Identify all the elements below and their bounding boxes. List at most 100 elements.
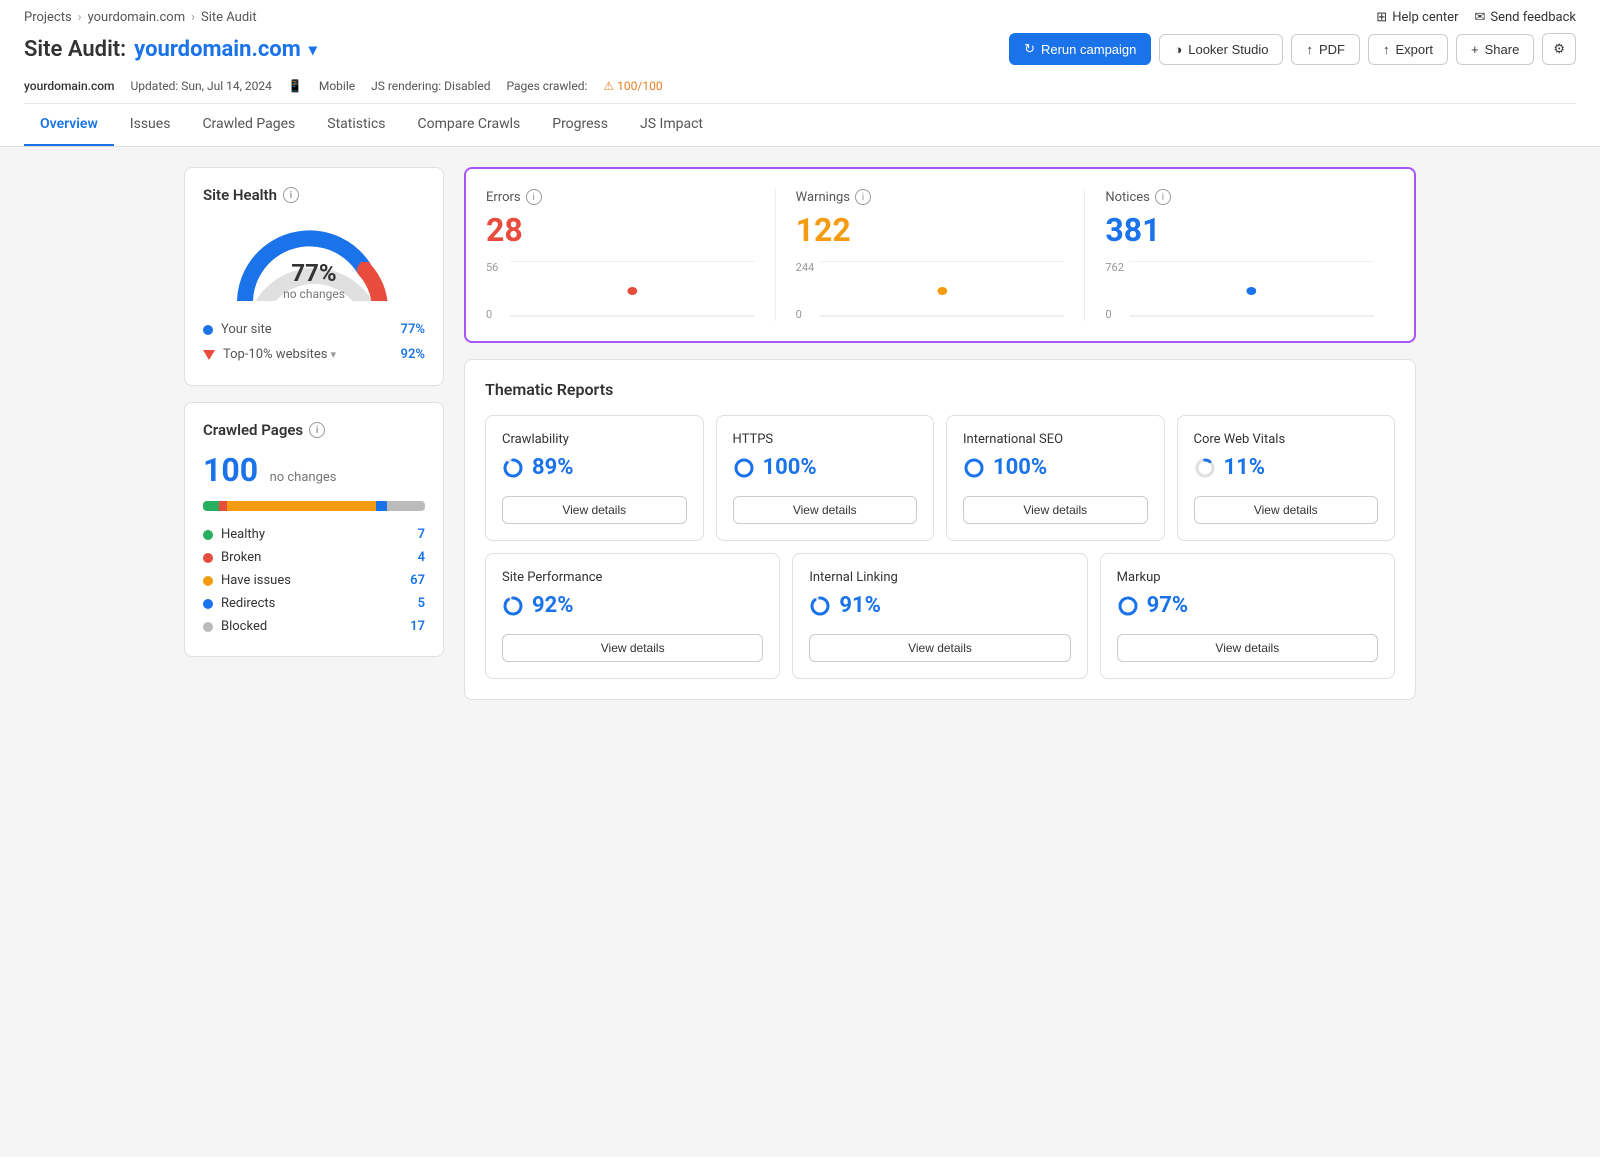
breadcrumb: Projects › yourdomain.com › Site Audit: [24, 10, 257, 25]
top10-chevron-icon[interactable]: ▾: [330, 348, 336, 361]
send-feedback-link[interactable]: ✉ Send feedback: [1474, 10, 1576, 25]
notices-y-max: 762: [1105, 261, 1124, 274]
report-crawlability: Crawlability 89% View details: [485, 415, 704, 541]
core-web-vitals-percent: 11%: [1194, 455, 1379, 480]
help-center-link[interactable]: ⊞ Help center: [1376, 10, 1458, 25]
rerun-campaign-button[interactable]: ↻ Rerun campaign: [1009, 33, 1151, 65]
share-button[interactable]: + Share: [1456, 34, 1534, 65]
tab-overview[interactable]: Overview: [24, 104, 114, 146]
tab-compare-crawls[interactable]: Compare Crawls: [402, 104, 537, 146]
left-panel: Site Health i: [184, 167, 444, 700]
warnings-sparkline: [820, 261, 1065, 321]
gauge-label: no changes: [283, 287, 345, 301]
metrics-card: Errors i 28 56 0 Warnings: [464, 167, 1416, 343]
meta-device: Mobile: [319, 79, 355, 93]
export-button[interactable]: ↑ Export: [1368, 34, 1448, 65]
blocked-label: Blocked: [221, 619, 267, 634]
warnings-label: Warnings i: [796, 189, 1065, 205]
help-icon: ⊞: [1376, 10, 1387, 25]
site-performance-name: Site Performance: [502, 570, 763, 585]
errors-y-max: 56: [486, 261, 498, 274]
breadcrumb-projects[interactable]: Projects: [24, 10, 72, 25]
site-performance-view-details[interactable]: View details: [502, 634, 763, 662]
settings-button[interactable]: ⚙: [1542, 33, 1576, 65]
site-health-card: Site Health i: [184, 167, 444, 386]
meta-pages-crawled-label: Pages crawled:: [506, 79, 587, 93]
report-internal-linking: Internal Linking 91% View details: [792, 553, 1087, 679]
top-actions: ⊞ Help center ✉ Send feedback: [1376, 10, 1576, 25]
redirects-count: 5: [418, 596, 425, 611]
notices-metric: Notices i 381 762 0: [1085, 189, 1394, 321]
toolbar: ↻ Rerun campaign ◑ Looker Studio ↑ PDF ↑…: [1009, 33, 1576, 65]
share-icon: +: [1471, 42, 1479, 57]
internal-linking-percent: 91%: [809, 593, 1070, 618]
markup-name: Markup: [1117, 570, 1378, 585]
crawled-legend: Healthy 7 Broken 4 Have issues: [203, 523, 425, 638]
legend-have-issues: Have issues 67: [203, 569, 425, 592]
crawled-pages-title: Crawled Pages i: [203, 421, 425, 439]
core-web-vitals-view-details[interactable]: View details: [1194, 496, 1379, 524]
internal-linking-view-details[interactable]: View details: [809, 634, 1070, 662]
site-performance-percent: 92%: [502, 593, 763, 618]
core-web-vitals-name: Core Web Vitals: [1194, 432, 1379, 447]
https-icon: [733, 457, 755, 479]
notices-label: Notices i: [1105, 189, 1374, 205]
crawlability-view-details[interactable]: View details: [502, 496, 687, 524]
domain-name[interactable]: yourdomain.com: [134, 37, 301, 62]
tab-progress[interactable]: Progress: [536, 104, 624, 146]
domain-chevron-icon[interactable]: ▾: [309, 40, 317, 59]
right-panel: Errors i 28 56 0 Warnings: [464, 167, 1416, 700]
meta-domain: yourdomain.com: [24, 79, 115, 93]
crawled-progress-bar: [203, 501, 425, 511]
warnings-metric: Warnings i 122 244 0: [776, 189, 1086, 321]
legend-top10: Top-10% websites ▾ 92%: [203, 342, 425, 367]
notices-sparkline: [1129, 261, 1374, 321]
errors-info-icon[interactable]: i: [526, 189, 542, 205]
tab-crawled-pages[interactable]: Crawled Pages: [186, 104, 311, 146]
top10-label: Top-10% websites: [223, 347, 327, 362]
progress-issues: [227, 501, 376, 511]
warnings-info-icon[interactable]: i: [855, 189, 871, 205]
redirects-label: Redirects: [221, 596, 275, 611]
broken-count: 4: [418, 550, 425, 565]
nav-tabs: Overview Issues Crawled Pages Statistics…: [24, 103, 1576, 146]
tab-js-impact[interactable]: JS Impact: [624, 104, 719, 146]
gauge-percent: 77%: [283, 259, 345, 287]
pdf-button[interactable]: ↑ PDF: [1291, 34, 1360, 65]
internal-linking-icon: [809, 595, 831, 617]
notices-info-icon[interactable]: i: [1155, 189, 1171, 205]
crawled-count-row: 100 no changes: [203, 451, 425, 489]
notices-chart: 762 0: [1105, 261, 1374, 321]
gauge-text: 77% no changes: [283, 259, 345, 301]
pdf-icon: ↑: [1306, 42, 1313, 57]
errors-label: Errors i: [486, 189, 755, 205]
site-health-info-icon[interactable]: i: [283, 187, 299, 203]
looker-icon: ◑: [1174, 42, 1182, 57]
warnings-chart: 244 0: [796, 261, 1065, 321]
https-view-details[interactable]: View details: [733, 496, 918, 524]
meta-row: yourdomain.com Updated: Sun, Jul 14, 202…: [24, 73, 1576, 103]
legend-healthy: Healthy 7: [203, 523, 425, 546]
meta-js: JS rendering: Disabled: [371, 79, 490, 93]
gauge-container: 77% no changes: [203, 216, 425, 305]
crawled-no-changes: no changes: [270, 470, 337, 485]
report-site-performance: Site Performance 92% View details: [485, 553, 780, 679]
gear-icon: ⚙: [1553, 41, 1565, 57]
thematic-title: Thematic Reports: [485, 380, 1395, 399]
breadcrumb-domain[interactable]: yourdomain.com: [88, 10, 186, 25]
feedback-icon: ✉: [1474, 10, 1485, 25]
markup-view-details[interactable]: View details: [1117, 634, 1378, 662]
gauge-wrapper: 77% no changes: [234, 216, 394, 301]
internal-linking-name: Internal Linking: [809, 570, 1070, 585]
progress-blocked: [387, 501, 425, 511]
international-seo-percent: 100%: [963, 455, 1148, 480]
crawled-pages-info-icon[interactable]: i: [309, 422, 325, 438]
legend-your-site: Your site 77%: [203, 317, 425, 342]
tab-statistics[interactable]: Statistics: [311, 104, 401, 146]
warnings-y-max: 244: [796, 261, 815, 274]
international-seo-view-details[interactable]: View details: [963, 496, 1148, 524]
breadcrumb-row: Projects › yourdomain.com › Site Audit ⊞…: [24, 0, 1576, 25]
tab-issues[interactable]: Issues: [114, 104, 187, 146]
markup-percent: 97%: [1117, 593, 1378, 618]
looker-studio-button[interactable]: ◑ Looker Studio: [1159, 34, 1283, 65]
